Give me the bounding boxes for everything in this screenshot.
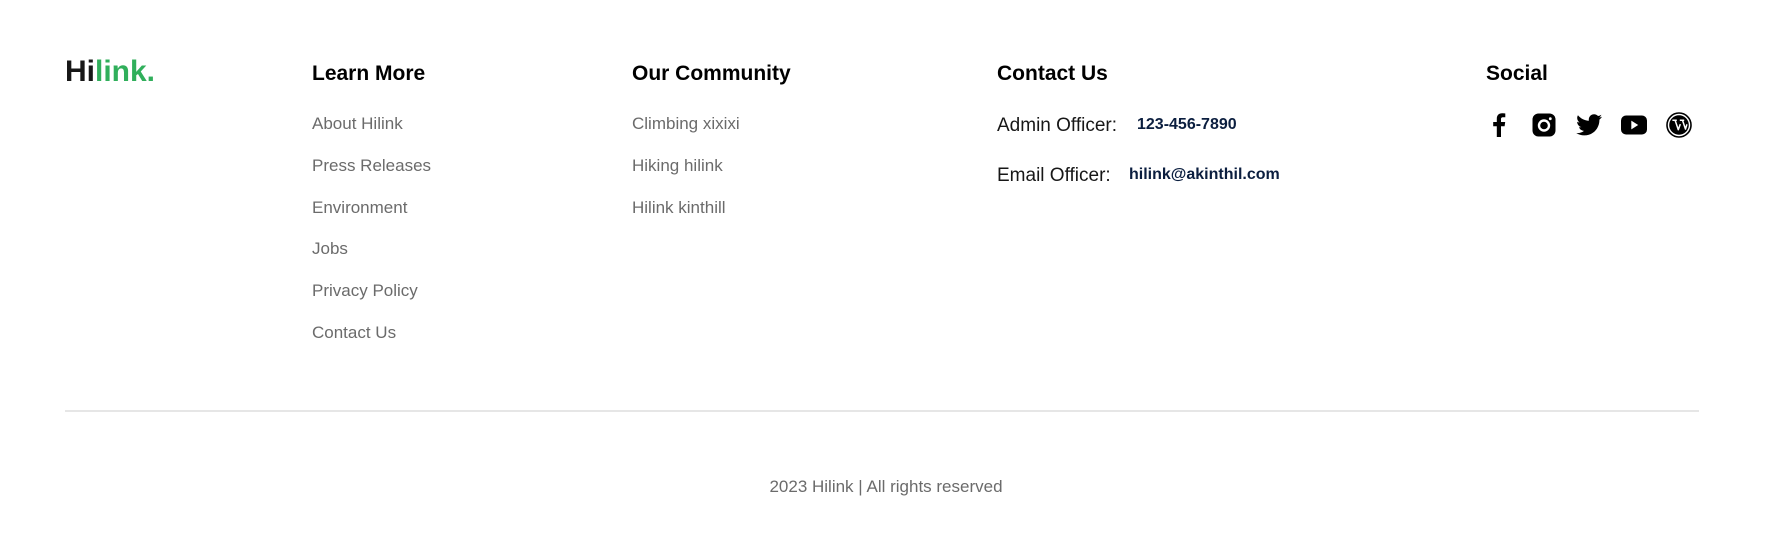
facebook-icon[interactable] (1486, 112, 1512, 138)
instagram-icon[interactable] (1531, 112, 1557, 138)
social-title: Social (1486, 62, 1548, 85)
link-hiking[interactable]: Hiking hilink (632, 155, 723, 177)
logo-text-dark: Hi (65, 55, 95, 88)
twitter-icon[interactable] (1576, 112, 1602, 138)
logo-text-green: link. (95, 55, 156, 88)
logo[interactable]: Hilink. (65, 54, 155, 90)
link-about-hilink[interactable]: About Hilink (312, 113, 403, 135)
link-privacy-policy[interactable]: Privacy Policy (312, 280, 418, 302)
link-climbing[interactable]: Climbing xixixi (632, 113, 740, 135)
wordpress-icon[interactable] (1666, 112, 1692, 138)
link-press-releases[interactable]: Press Releases (312, 155, 431, 177)
community-column: Our Community Climbing xixixi Hiking hil… (632, 60, 791, 217)
link-environment[interactable]: Environment (312, 197, 407, 219)
social-column: Social (1486, 60, 1692, 138)
contact-column: Contact Us Admin Officer: 123-456-7890 E… (997, 60, 1280, 186)
learn-more-title: Learn More (312, 62, 426, 85)
contact-title: Contact Us (997, 62, 1108, 85)
contact-value-phone[interactable]: 123-456-7890 (1137, 114, 1237, 136)
link-jobs[interactable]: Jobs (312, 238, 348, 260)
link-kinthill[interactable]: Hilink kinthill (632, 197, 726, 219)
community-title: Our Community (632, 62, 791, 85)
link-contact-us[interactable]: Contact Us (312, 322, 396, 344)
learn-more-column: Learn More About Hilink Press Releases E… (312, 60, 431, 342)
social-icons (1486, 112, 1692, 138)
contact-label-admin: Admin Officer: (997, 115, 1118, 136)
footer-divider (65, 410, 1699, 412)
copyright-text: 2023 Hilink | All rights reserved (769, 477, 1003, 496)
contact-value-email[interactable]: hilink@akinthil.com (1129, 164, 1280, 186)
contact-label-email: Email Officer: (997, 165, 1111, 186)
youtube-icon[interactable] (1621, 112, 1647, 138)
